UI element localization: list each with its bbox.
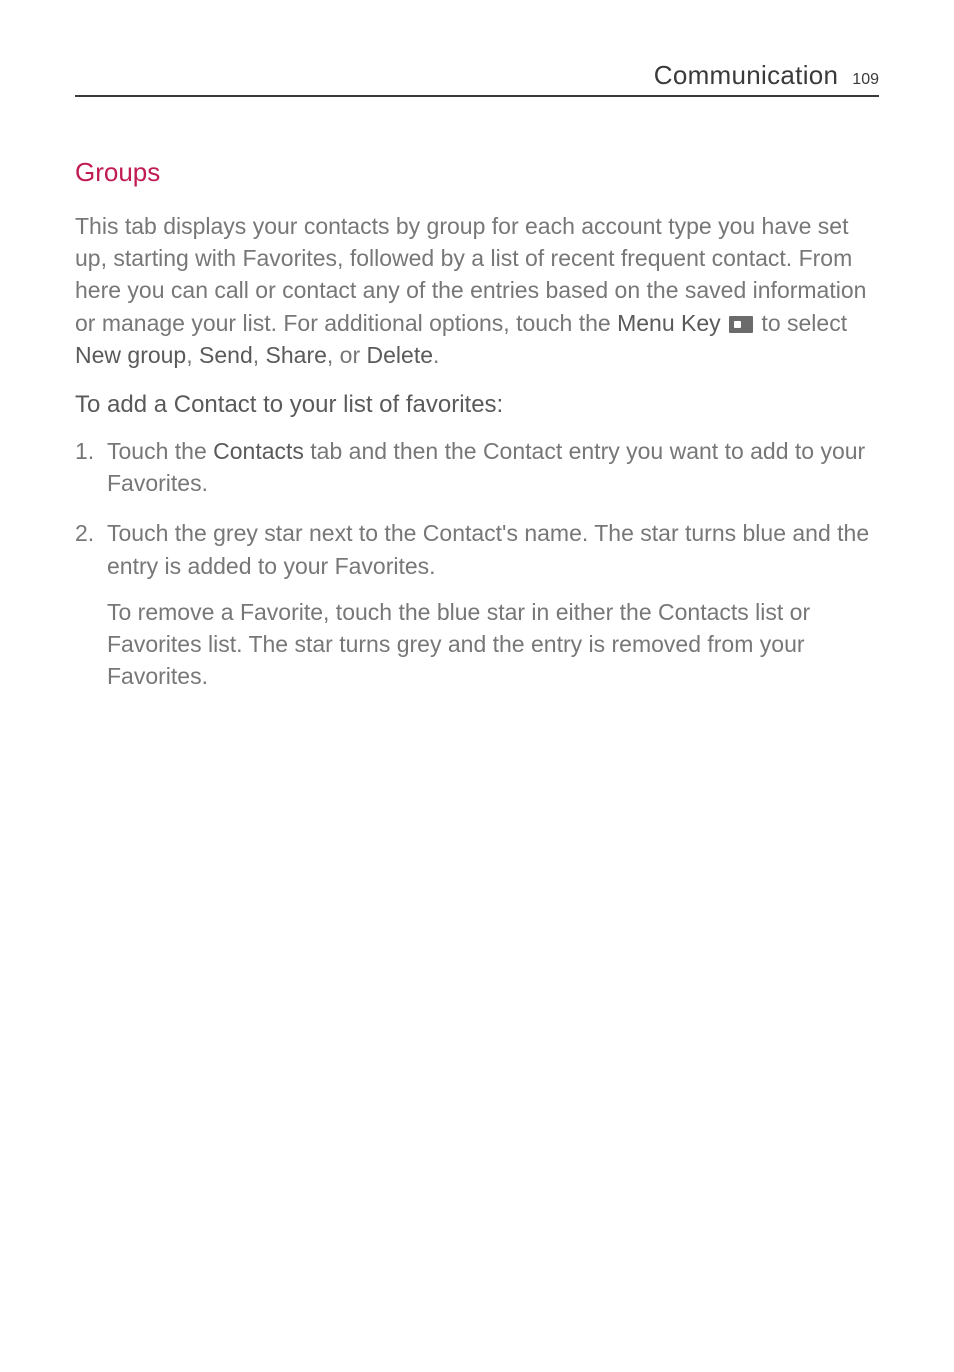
step-1-pre: Touch the (107, 438, 213, 464)
option-new-group: New group (75, 342, 186, 368)
running-header: Communication 109 (75, 60, 879, 97)
step-2-pre: Touch the grey star next to the Contact'… (107, 520, 869, 578)
option-send: Send (199, 342, 253, 368)
step-2: Touch the grey star next to the Contact'… (75, 517, 879, 692)
sep: , or (327, 342, 367, 368)
steps-list: Touch the Contacts tab and then the Cont… (75, 435, 879, 692)
sep: , (253, 342, 266, 368)
step-2-tail-paragraph: To remove a Favorite, touch the blue sta… (107, 596, 879, 693)
step-1: Touch the Contacts tab and then the Cont… (75, 435, 879, 499)
intro-text-2: to select (755, 310, 847, 336)
menu-key-icon (729, 316, 753, 333)
option-share: Share (266, 342, 327, 368)
subsection-heading-favorites: To add a Contact to your list of favorit… (75, 391, 879, 419)
running-header-title: Communication (654, 60, 839, 91)
groups-intro-paragraph: This tab displays your contacts by group… (75, 210, 879, 371)
intro-end: . (433, 342, 439, 368)
option-delete: Delete (367, 342, 433, 368)
section-heading-groups: Groups (75, 157, 879, 188)
menu-key-label: Menu Key (617, 310, 721, 336)
document-page: Communication 109 Groups This tab displa… (0, 0, 954, 692)
step-1-strong: Contacts (213, 438, 304, 464)
sep: , (186, 342, 199, 368)
page-number: 109 (852, 71, 879, 89)
